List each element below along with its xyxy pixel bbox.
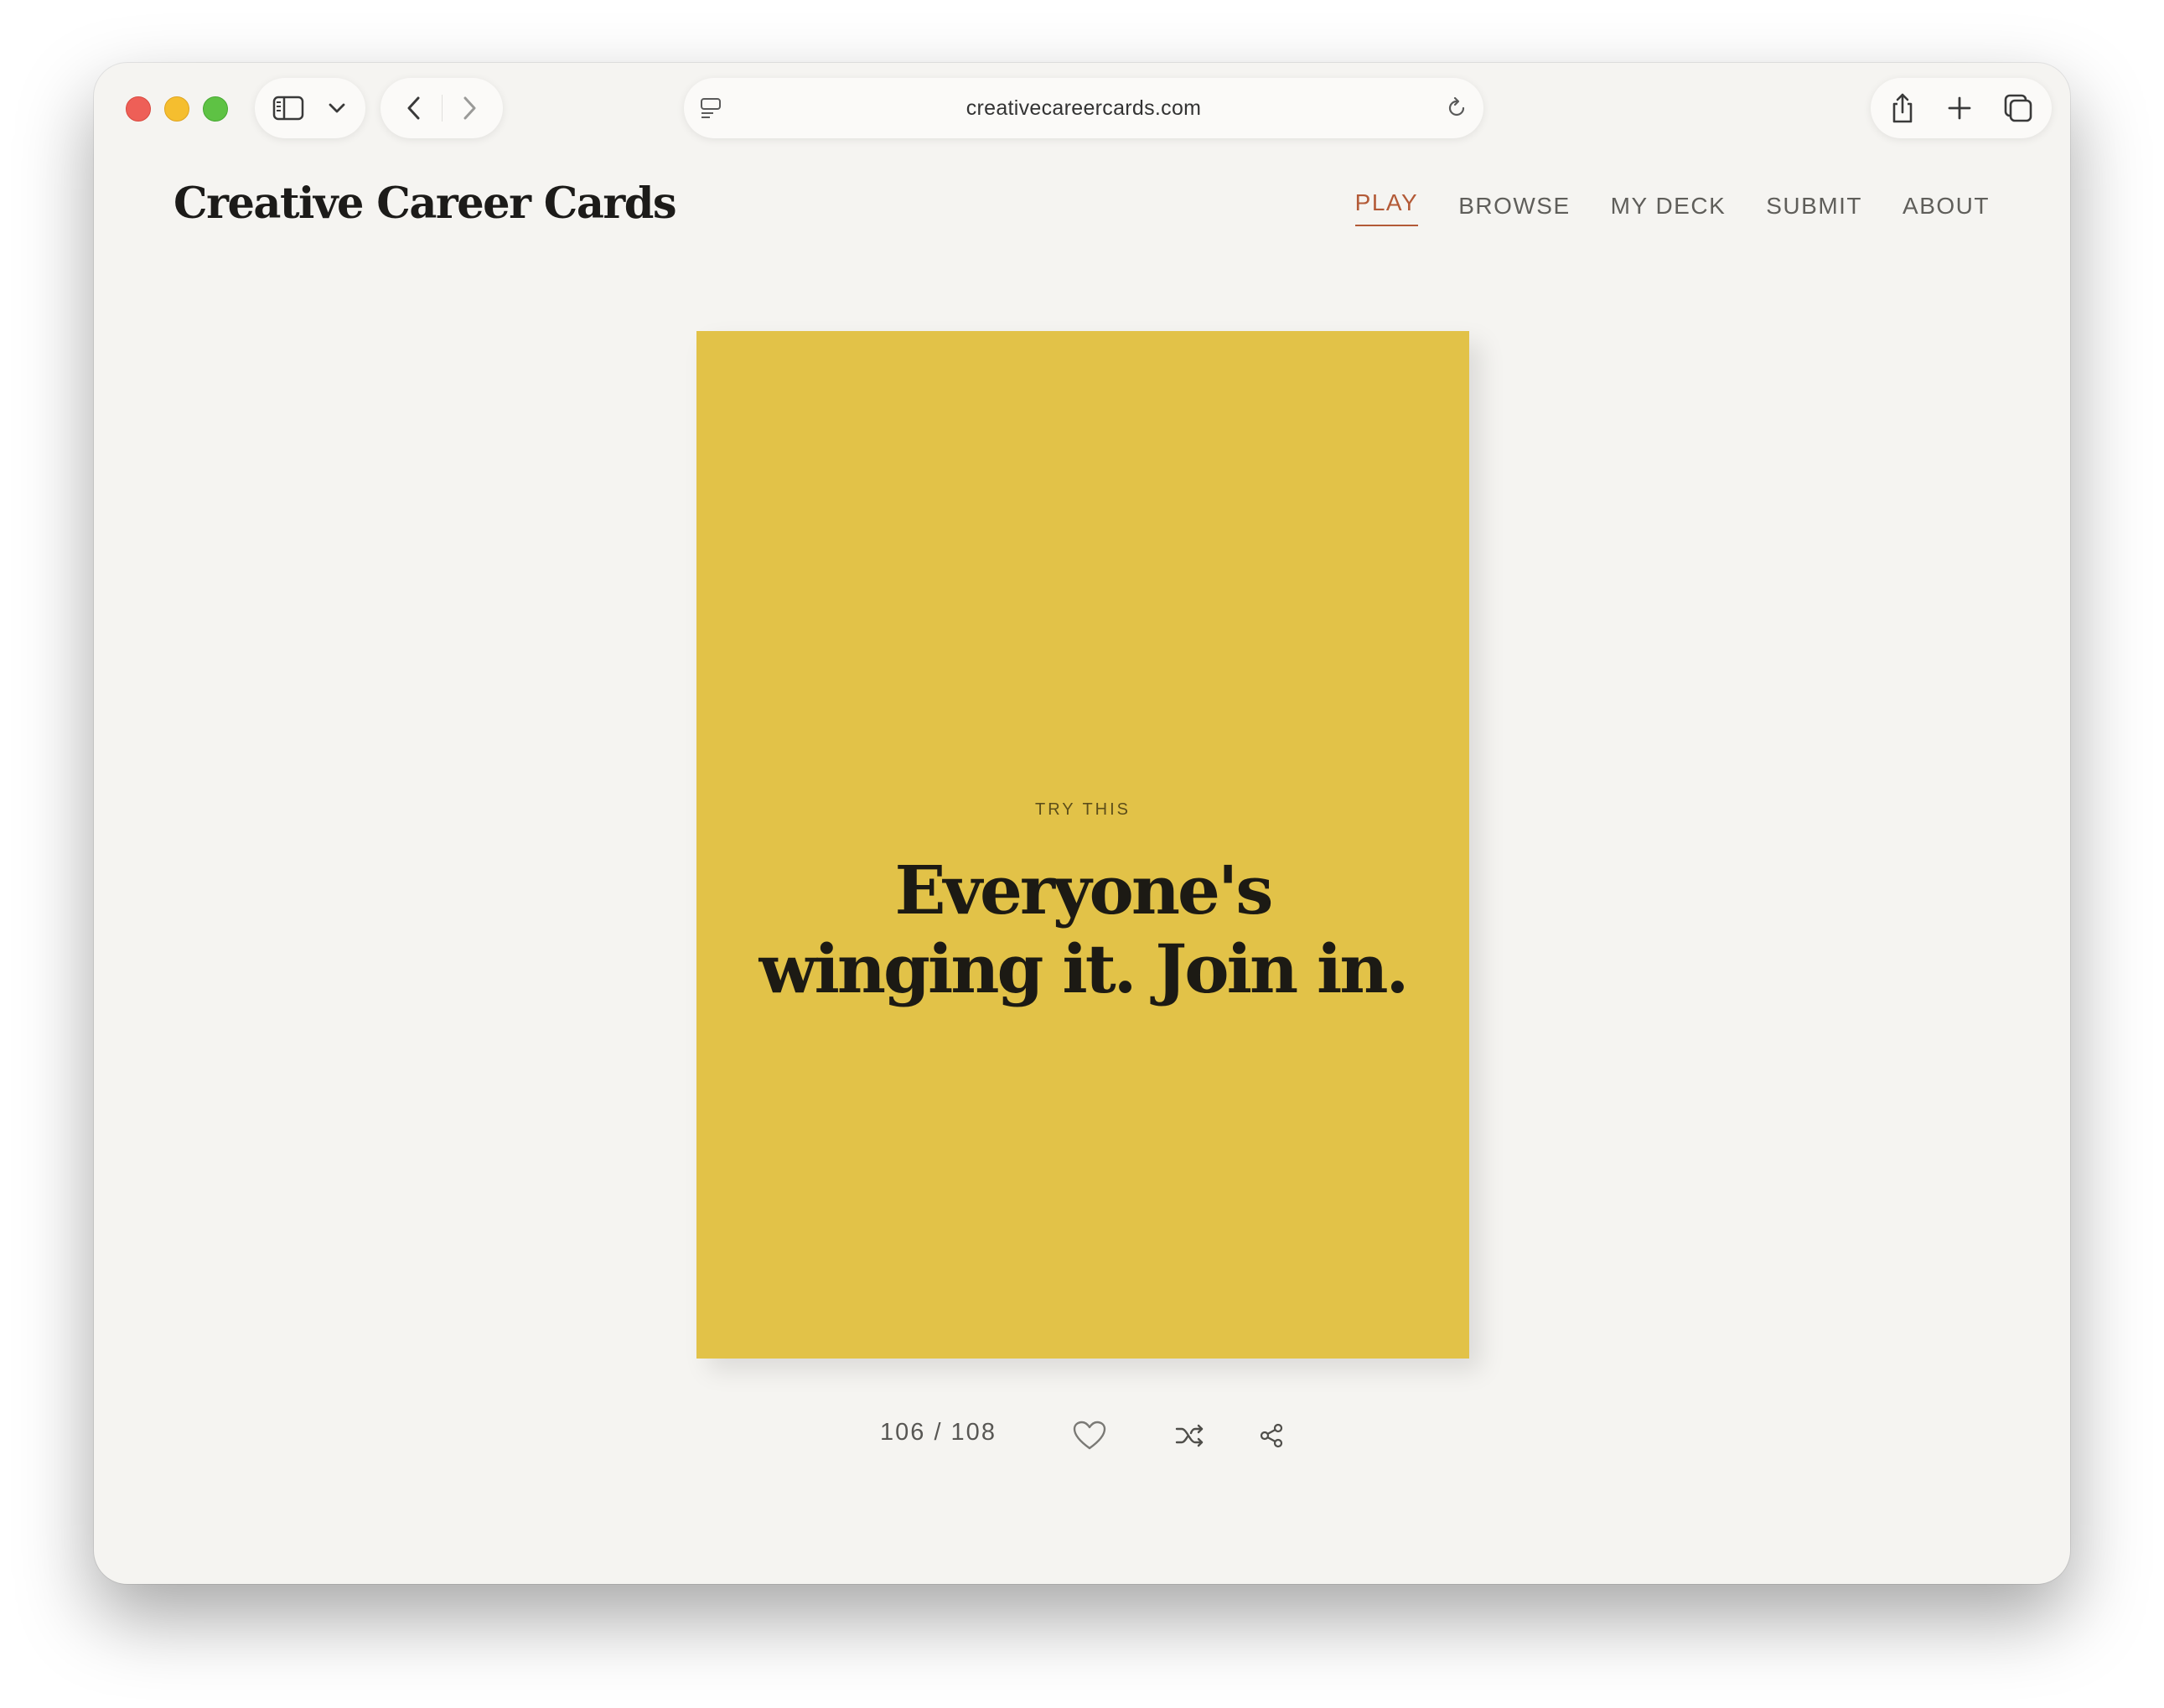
share-page-icon[interactable]: [1886, 91, 1919, 125]
share-icon[interactable]: [1246, 1410, 1297, 1461]
card-controls: 106 / 108: [94, 1410, 2070, 1461]
heart-icon[interactable]: [1064, 1410, 1115, 1461]
nav-submit[interactable]: SUBMIT: [1766, 193, 1862, 230]
nav-about[interactable]: ABOUT: [1903, 193, 1990, 230]
card-headline-line-2: winging it. Join in.: [758, 929, 1410, 1008]
sidebar-toolbar-group: [255, 78, 365, 138]
address-bar[interactable]: creativecareercards.com: [684, 78, 1483, 138]
nav-browse[interactable]: BROWSE: [1458, 193, 1570, 230]
back-arrow-icon[interactable]: [399, 93, 429, 123]
card-headline-line-1: Everyone's: [894, 851, 1274, 929]
reload-icon[interactable]: [1443, 95, 1470, 122]
card-headline: Everyone's winging it. Join in.: [730, 851, 1436, 1008]
nav-my-deck[interactable]: MY DECK: [1611, 193, 1727, 230]
minimize-window-button[interactable]: [164, 96, 189, 122]
shuffle-icon[interactable]: [1165, 1410, 1215, 1461]
new-tab-icon[interactable]: [1944, 93, 1975, 123]
career-card[interactable]: TRY THIS Everyone's winging it. Join in.: [696, 331, 1469, 1359]
toolbar-divider: [442, 95, 443, 122]
site-nav: PLAY BROWSE MY DECK SUBMIT ABOUT: [1354, 189, 1990, 230]
actions-toolbar-group: [1871, 78, 2052, 138]
sidebar-toggle-icon[interactable]: [272, 95, 305, 122]
forward-arrow-icon[interactable]: [454, 93, 484, 123]
site-logo[interactable]: Creative Career Cards: [173, 179, 677, 229]
card-counter: 106 / 108: [880, 1419, 997, 1446]
chevron-down-icon[interactable]: [325, 98, 349, 118]
zoom-window-button[interactable]: [203, 96, 228, 122]
nav-play[interactable]: PLAY: [1354, 189, 1419, 226]
browser-window: creativecareercards.com Creative Career …: [94, 63, 2070, 1584]
close-window-button[interactable]: [126, 96, 151, 122]
url-text[interactable]: creativecareercards.com: [684, 96, 1483, 121]
tab-overview-icon[interactable]: [2001, 91, 2035, 125]
card-eyebrow: TRY THIS: [1034, 800, 1131, 819]
history-toolbar-group: [381, 78, 503, 138]
